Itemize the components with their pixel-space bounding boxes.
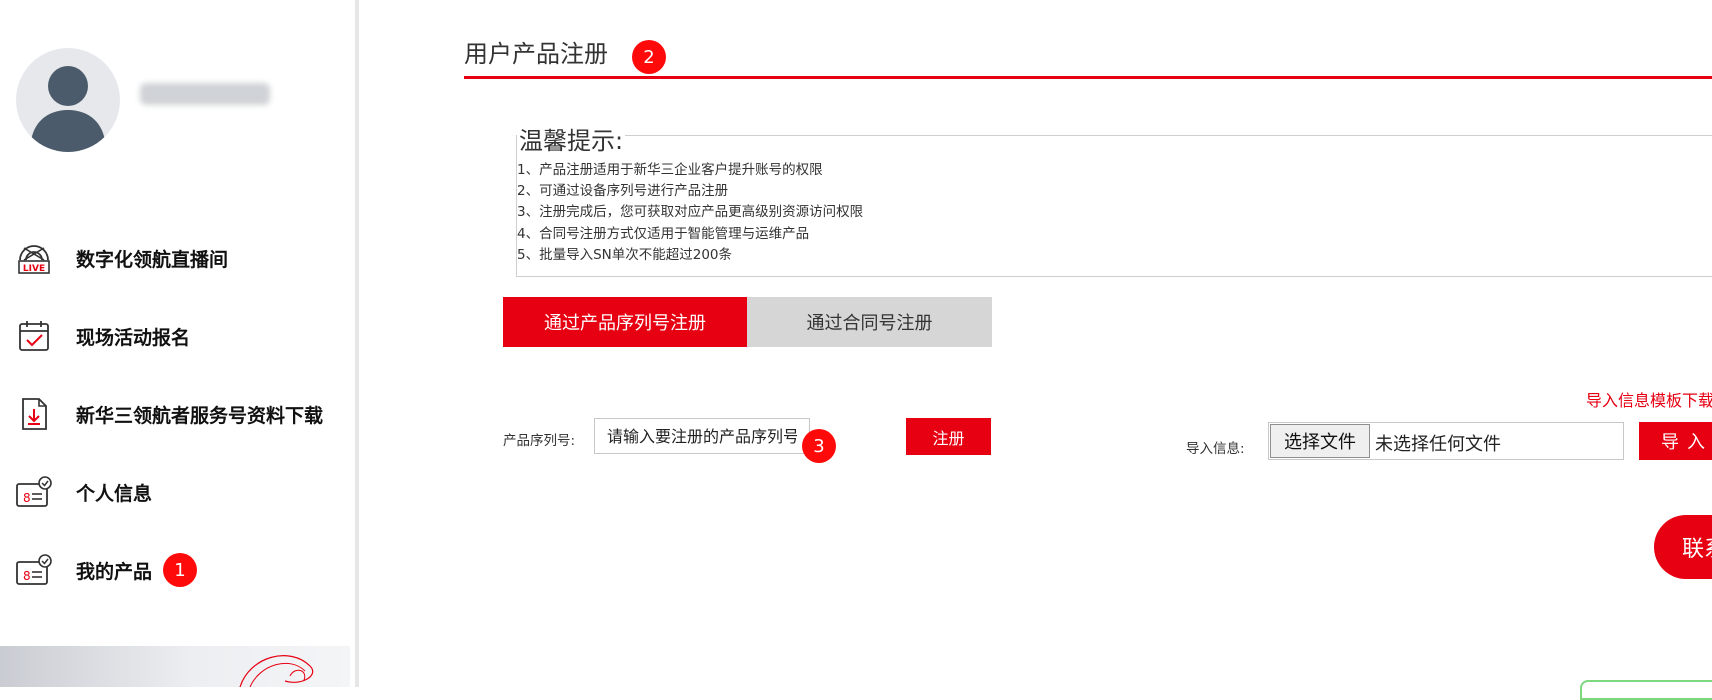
- import-template-download-link[interactable]: 导入信息模板下载: [1586, 387, 1712, 411]
- sidebar-item-label: 新华三领航者服务号资料下载: [76, 404, 324, 427]
- sidebar-item-events[interactable]: 现场活动报名: [14, 314, 190, 358]
- annotation-badge: 1: [163, 553, 197, 587]
- sidebar-item-label: 我的产品: [76, 560, 153, 583]
- svg-text:LIVE: LIVE: [23, 264, 45, 274]
- live-broadcast-icon: LIVE: [14, 238, 54, 278]
- annotation-badge: 3: [802, 429, 836, 463]
- contact-button[interactable]: 联系: [1654, 515, 1712, 579]
- serial-number-label: 产品序列号:: [503, 433, 576, 449]
- username-blurred: [140, 83, 270, 105]
- register-button[interactable]: 注册: [906, 418, 991, 455]
- notice-line: 2、可通过设备序列号进行产品注册: [517, 183, 729, 200]
- calendar-check-icon: [14, 316, 54, 356]
- import-info-label: 导入信息:: [1186, 441, 1245, 457]
- tab-contract-registration[interactable]: 通过合同号注册: [747, 297, 992, 347]
- choose-file-button[interactable]: 选择文件: [1270, 424, 1370, 458]
- file-download-icon: [14, 394, 54, 434]
- swirl-decoration-icon: [239, 655, 314, 687]
- avatar[interactable]: [16, 48, 120, 152]
- sidebar-item-live[interactable]: LIVE 数字化领航直播间: [14, 236, 228, 280]
- notice-line: 3、注册完成后，您可获取对应产品更高级别资源访问权限: [517, 204, 864, 221]
- user-silhouette-icon: [30, 66, 106, 152]
- page-title: 用户产品注册: [464, 40, 608, 68]
- corner-widget[interactable]: [1580, 680, 1712, 700]
- sidebar-item-profile[interactable]: 8 个人信息: [14, 470, 152, 514]
- sidebar-item-label: 现场活动报名: [76, 326, 191, 349]
- annotation-badge: 2: [632, 40, 666, 74]
- notice-list: 1、产品注册适用于新华三企业客户提升账号的权限 2、可通过设备序列号进行产品注册…: [517, 160, 863, 266]
- sidebar: LIVE 数字化领航直播间 现场活动报名 新华三领航者服务号资料下载 8 个人信…: [0, 0, 355, 687]
- sidebar-item-downloads[interactable]: 新华三领航者服务号资料下载: [14, 392, 323, 436]
- id-card-icon: 8: [14, 472, 54, 512]
- sidebar-item-label: 数字化领航直播间: [76, 248, 229, 271]
- promo-banner[interactable]: [0, 646, 350, 687]
- sidebar-item-label: 个人信息: [76, 482, 153, 505]
- import-button[interactable]: 导入: [1639, 422, 1712, 460]
- file-status-text: 未选择任何文件: [1375, 434, 1501, 455]
- notice-line: 5、批量导入SN单次不能超过200条: [517, 246, 733, 263]
- svg-text:8: 8: [23, 491, 31, 505]
- id-card-icon: 8: [14, 550, 54, 590]
- serial-number-input[interactable]: [594, 418, 810, 454]
- sidebar-divider: [355, 0, 359, 687]
- notice-line: 1、产品注册适用于新华三企业客户提升账号的权限: [517, 162, 823, 178]
- title-divider: [464, 76, 1712, 79]
- notice-line: 4、合同号注册方式仅适用于智能管理与运维产品: [517, 225, 810, 242]
- svg-text:8: 8: [23, 569, 31, 583]
- sidebar-item-my-products[interactable]: 8 我的产品: [14, 548, 152, 592]
- notice-title: 温馨提示:: [517, 121, 626, 156]
- tab-serial-number-registration[interactable]: 通过产品序列号注册: [503, 297, 747, 347]
